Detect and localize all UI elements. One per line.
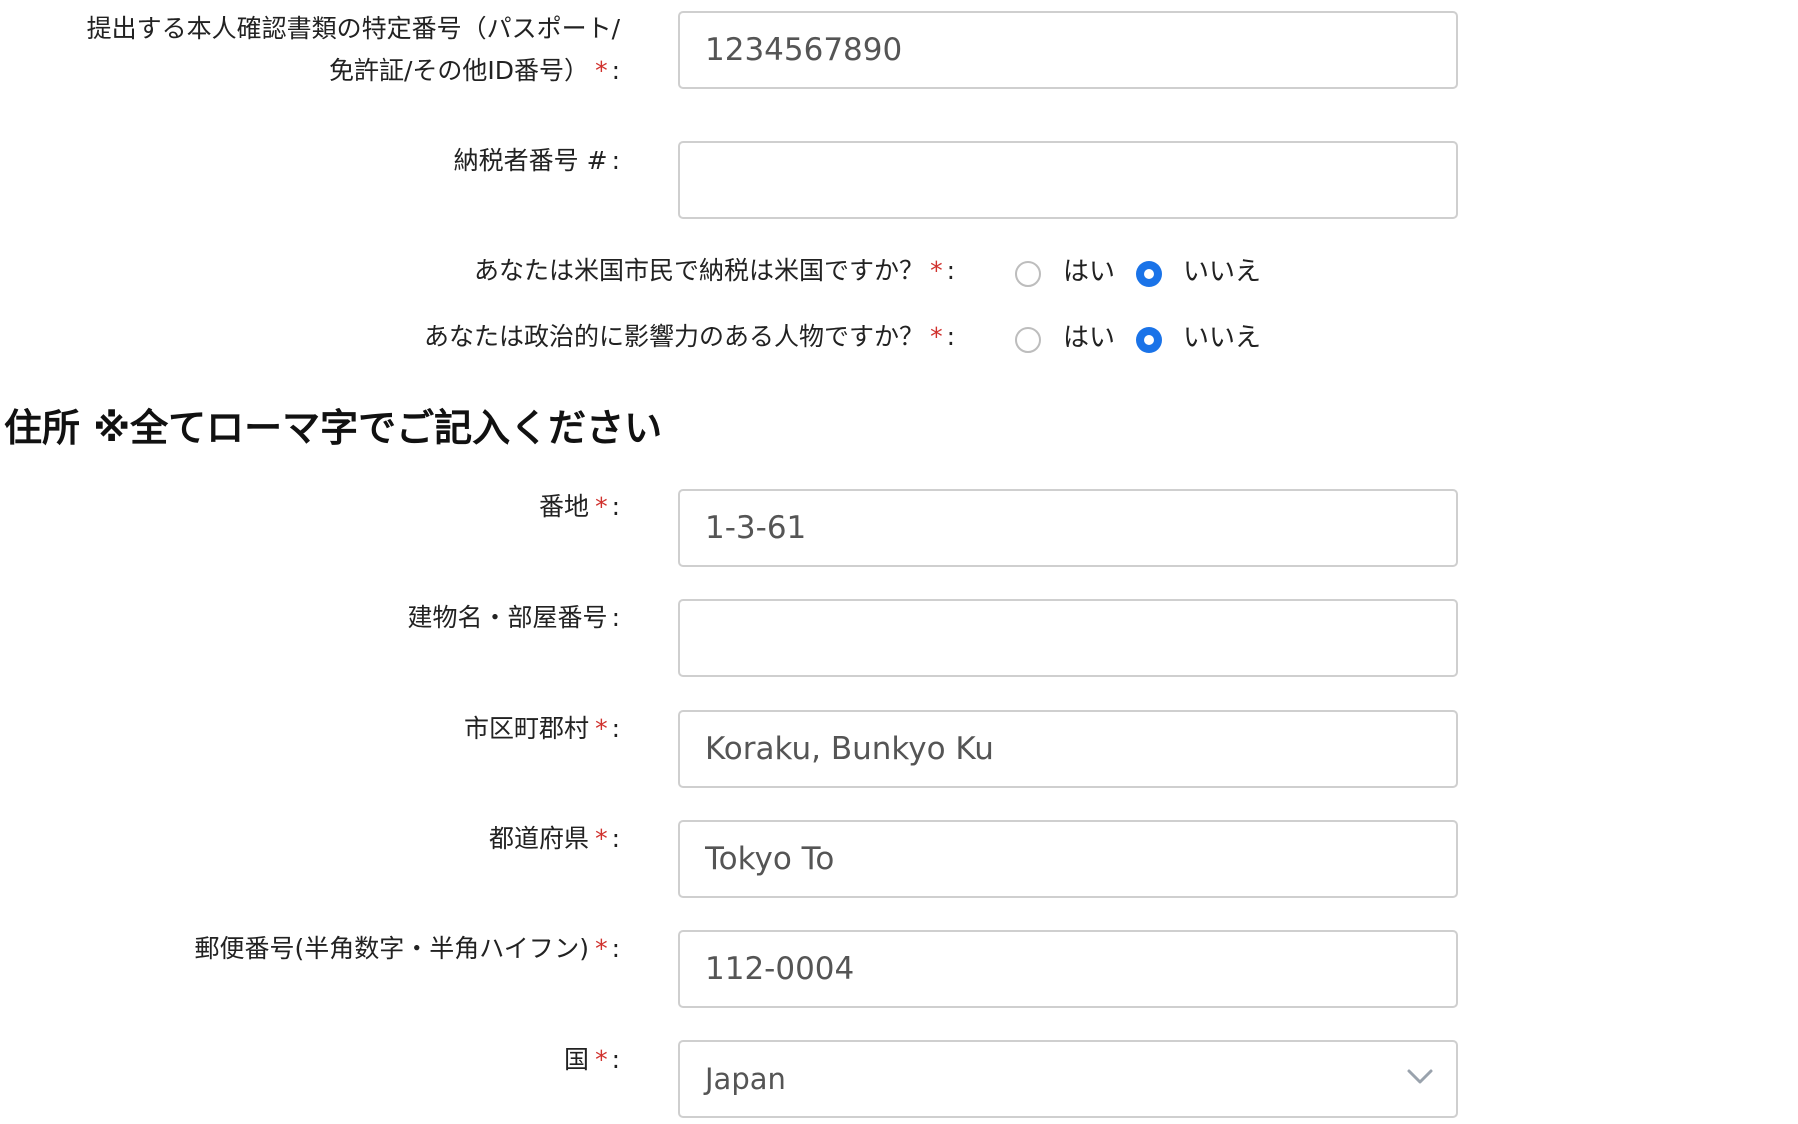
- required-mark: *: [930, 322, 943, 351]
- country-label: 国 *:: [0, 1039, 620, 1081]
- street-input[interactable]: [678, 489, 1458, 567]
- building-label-text: 建物名・部屋番号: [407, 603, 608, 632]
- required-mark: *: [930, 256, 943, 285]
- us-citizen-yes-label[interactable]: はい: [1063, 254, 1115, 290]
- us-citizen-yes-radio[interactable]: [1015, 261, 1041, 287]
- required-mark: *: [595, 714, 608, 743]
- address-section-title: 住所 ※全てローマ字でご記入ください: [4, 406, 663, 450]
- taxpayer-number-label: 納税者番号 #:: [0, 140, 620, 182]
- postal-code-input[interactable]: [678, 930, 1458, 1008]
- label-colon: :: [611, 603, 620, 632]
- label-colon: :: [611, 492, 620, 521]
- chevron-down-icon[interactable]: [1405, 1065, 1435, 1087]
- postal-code-label-text: 郵便番号(半角数字・半角ハイフン): [194, 934, 590, 963]
- id-number-label: 提出する本人確認書類の特定番号（パスポート/ 免許証/その他ID番号） *:: [0, 8, 620, 92]
- pep-yes-radio[interactable]: [1015, 327, 1041, 353]
- prefecture-label-text: 都道府県: [489, 824, 590, 853]
- label-colon: :: [611, 56, 620, 85]
- pep-question: あなたは政治的に影響力のある人物ですか？ *:: [0, 316, 955, 358]
- us-citizen-no-radio[interactable]: [1136, 261, 1162, 287]
- label-colon: :: [611, 1045, 620, 1074]
- label-colon: :: [946, 256, 955, 285]
- city-label: 市区町郡村 *:: [0, 708, 620, 750]
- label-colon: :: [611, 714, 620, 743]
- required-mark: *: [595, 56, 608, 85]
- country-selected-value: Japan: [705, 1062, 786, 1096]
- id-number-label-line2-wrap: 免許証/その他ID番号） *:: [0, 50, 620, 92]
- required-mark: *: [595, 492, 608, 521]
- label-colon: :: [946, 322, 955, 351]
- us-citizen-question-text: あなたは米国市民で納税は米国ですか？: [474, 256, 925, 285]
- country-label-text: 国: [564, 1045, 590, 1074]
- label-colon: :: [611, 824, 620, 853]
- country-select[interactable]: Japan: [678, 1040, 1458, 1118]
- pep-question-text: あなたは政治的に影響力のある人物ですか？: [424, 322, 925, 351]
- pep-no-label[interactable]: いいえ: [1183, 320, 1261, 356]
- street-label-text: 番地: [539, 492, 590, 521]
- required-mark: *: [595, 824, 608, 853]
- postal-code-label: 郵便番号(半角数字・半角ハイフン) *:: [0, 928, 620, 970]
- street-label: 番地 *:: [0, 486, 620, 528]
- id-number-label-line2: 免許証/その他ID番号）: [329, 56, 590, 85]
- city-label-text: 市区町郡村: [464, 714, 590, 743]
- required-mark: *: [595, 1045, 608, 1074]
- pep-yes-label[interactable]: はい: [1063, 320, 1115, 356]
- taxpayer-number-input[interactable]: [678, 141, 1458, 219]
- taxpayer-number-label-text: 納税者番号 #: [453, 146, 608, 175]
- id-number-label-line1: 提出する本人確認書類の特定番号（パスポート/: [86, 14, 620, 43]
- building-input[interactable]: [678, 599, 1458, 677]
- id-number-input[interactable]: [678, 11, 1458, 89]
- prefecture-label: 都道府県 *:: [0, 818, 620, 860]
- label-colon: :: [611, 934, 620, 963]
- required-mark: *: [595, 934, 608, 963]
- prefecture-input[interactable]: [678, 820, 1458, 898]
- us-citizen-no-label[interactable]: いいえ: [1183, 254, 1261, 290]
- pep-no-radio[interactable]: [1136, 327, 1162, 353]
- label-colon: :: [611, 146, 620, 175]
- us-citizen-question: あなたは米国市民で納税は米国ですか？ *:: [0, 250, 955, 292]
- city-input[interactable]: [678, 710, 1458, 788]
- building-label: 建物名・部屋番号:: [0, 597, 620, 639]
